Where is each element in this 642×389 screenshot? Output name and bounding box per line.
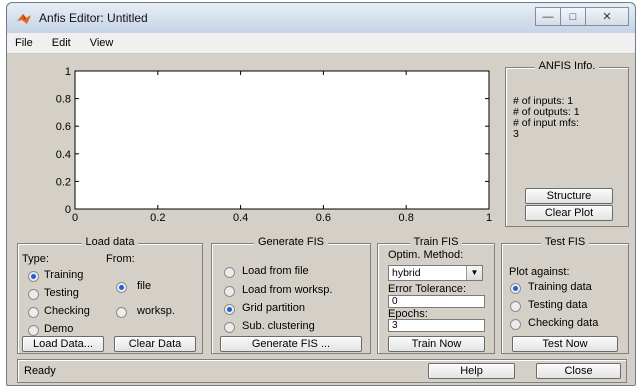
y-tick-label: 0.6: [56, 121, 71, 133]
load-from-file-radio[interactable]: [224, 267, 235, 278]
grid-partition-label: Grid partition: [242, 302, 305, 314]
clear-data-button[interactable]: Clear Data: [114, 336, 196, 352]
y-tick-label: 0.8: [56, 94, 71, 106]
anfis-info-panel: ANFIS Info. # of inputs: 1 # of outputs:…: [505, 60, 629, 227]
generate-fis-button[interactable]: Generate FIS ...: [220, 336, 362, 352]
test-training-label: Training data: [528, 281, 592, 293]
type-demo-label: Demo: [44, 323, 74, 335]
test-fis-title: Test FIS: [540, 236, 590, 248]
x-tick-label: 0: [72, 212, 78, 224]
from-label: From:: [106, 253, 135, 265]
generate-fis-panel: Generate FIS Load from file Load from wo…: [211, 236, 371, 354]
window-title: Anfis Editor: Untitled: [39, 11, 148, 25]
close-icon: ✕: [602, 11, 612, 23]
close-window-button[interactable]: ✕: [585, 7, 629, 26]
train-now-button[interactable]: Train Now: [388, 336, 485, 352]
generate-fis-title: Generate FIS: [253, 236, 329, 248]
load-data-panel: Load data Type: From: Training Testing C…: [17, 236, 203, 354]
window-controls: — □ ✕: [535, 7, 629, 26]
type-checking-radio[interactable]: [28, 307, 39, 318]
source-workspace-radio[interactable]: [116, 307, 127, 318]
x-tick-label: 0.6: [316, 212, 331, 224]
load-from-workspace-label: Load from worksp.: [242, 284, 333, 296]
menu-bar: File Edit View: [7, 33, 635, 54]
status-bar: Ready Help Close: [17, 359, 627, 383]
menu-view[interactable]: View: [90, 37, 114, 49]
type-label: Type:: [22, 253, 49, 265]
load-data-button[interactable]: Load Data...: [22, 336, 104, 352]
test-checking-radio[interactable]: [510, 319, 521, 330]
test-testing-radio[interactable]: [510, 301, 521, 312]
data-plot: 0 0.2 0.4 0.6 0.8 1 0 0.2 0.4 0.6 0.8 1: [56, 66, 492, 224]
type-demo-radio[interactable]: [28, 325, 39, 336]
error-tolerance-input[interactable]: 0: [388, 295, 485, 308]
x-tick-label: 0.4: [233, 212, 248, 224]
grid-partition-radio[interactable]: [224, 304, 235, 315]
type-training-label: Training: [44, 269, 84, 281]
plot-area: 0 0.2 0.4 0.6 0.8 1 0 0.2 0.4 0.6 0.8 1: [21, 59, 501, 229]
minimize-button[interactable]: —: [535, 7, 561, 26]
anfis-info-title: ANFIS Info.: [534, 60, 600, 72]
dropdown-arrow-icon: ▼: [466, 266, 482, 280]
clear-plot-button[interactable]: Clear Plot: [525, 205, 613, 221]
source-file-radio[interactable]: [116, 282, 127, 293]
optim-method-label: Optim. Method:: [388, 249, 464, 261]
optim-method-value: hybrid: [392, 267, 421, 279]
y-tick-label: 0.4: [56, 149, 71, 161]
type-testing-label: Testing: [44, 287, 79, 299]
error-tolerance-label: Error Tolerance:: [388, 283, 467, 295]
close-button[interactable]: Close: [536, 363, 621, 379]
matlab-logo-icon: [17, 14, 31, 24]
plot-against-label: Plot against:: [509, 266, 570, 278]
source-file-label: file: [137, 280, 152, 292]
test-fis-panel: Test FIS Plot against: Training data Tes…: [501, 236, 629, 354]
load-data-title: Load data: [81, 236, 139, 248]
test-training-radio[interactable]: [510, 283, 521, 294]
structure-button[interactable]: Structure: [525, 188, 613, 204]
help-button[interactable]: Help: [428, 363, 515, 379]
status-text: Ready: [24, 365, 56, 377]
x-tick-label: 0.2: [150, 212, 165, 224]
sub-clustering-label: Sub. clustering: [242, 320, 315, 332]
title-bar: Anfis Editor: Untitled — □ ✕: [7, 3, 635, 33]
menu-edit[interactable]: Edit: [52, 37, 71, 49]
train-fis-panel: Train FIS Optim. Method: hybrid ▼ Error …: [377, 236, 495, 354]
y-tick-label: 1: [65, 66, 71, 78]
maximize-icon: □: [569, 10, 577, 23]
info-input-mfs-label: # of input mfs:: [513, 117, 579, 129]
source-workspace-label: worksp.: [137, 305, 175, 317]
sub-clustering-radio[interactable]: [224, 322, 235, 333]
x-tick-label: 0.8: [399, 212, 414, 224]
type-training-radio[interactable]: [28, 271, 39, 282]
maximize-button[interactable]: □: [560, 7, 586, 26]
load-from-workspace-radio[interactable]: [224, 286, 235, 297]
optim-method-select[interactable]: hybrid ▼: [388, 265, 483, 281]
test-checking-label: Checking data: [528, 317, 599, 329]
epochs-input[interactable]: 3: [388, 319, 485, 332]
y-tick-label: 0: [65, 204, 71, 216]
train-fis-title: Train FIS: [409, 236, 463, 248]
y-tick-label: 0.2: [56, 176, 71, 188]
type-checking-label: Checking: [44, 305, 90, 317]
x-tick-label: 1: [486, 212, 492, 224]
info-input-mfs-value: 3: [513, 128, 519, 140]
menu-file[interactable]: File: [15, 37, 33, 49]
minimize-icon: —: [542, 10, 554, 23]
type-testing-radio[interactable]: [28, 289, 39, 300]
plot-axes-box: [74, 70, 490, 210]
test-now-button[interactable]: Test Now: [512, 336, 618, 352]
test-testing-label: Testing data: [528, 299, 588, 311]
load-from-file-label: Load from file: [242, 265, 309, 277]
anfis-editor-window: Anfis Editor: Untitled — □ ✕ File Edit V…: [6, 2, 636, 386]
